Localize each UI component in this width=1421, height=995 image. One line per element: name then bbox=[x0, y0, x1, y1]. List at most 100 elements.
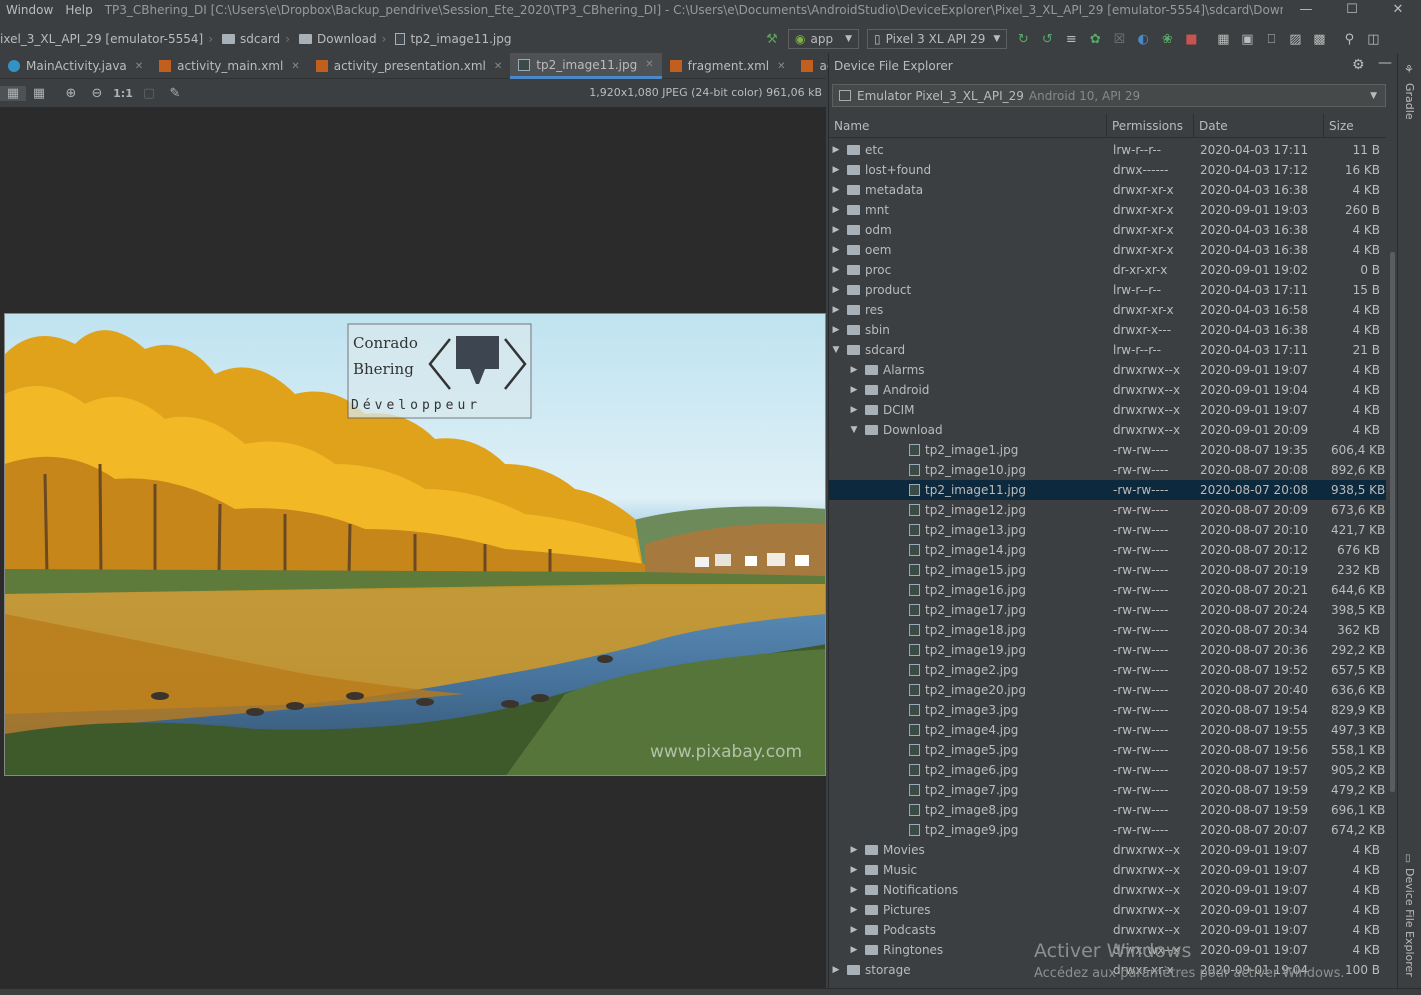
table-row[interactable]: tp2_image20.jpg -rw-rw---- 2020-08-07 20:4… bbox=[829, 680, 1386, 700]
table-row[interactable]: ▶ Pictures drwxrwx--x 2020-09-01 19:07 4 KB bbox=[829, 900, 1386, 920]
tab-activity-presentation[interactable]: activity_presentation.xml ✕ bbox=[308, 53, 511, 79]
table-row[interactable]: ▶ oem drwxr-xr-x 2020-04-03 16:38 4 KB bbox=[829, 240, 1386, 260]
color-picker-icon[interactable]: ✎ bbox=[162, 86, 188, 101]
table-row[interactable]: ▶ sbin drwxr-x--- 2020-04-03 16:38 4 KB bbox=[829, 320, 1386, 340]
expand-arrow-icon[interactable]: ▶ bbox=[829, 165, 843, 175]
expand-arrow-icon[interactable]: ▶ bbox=[829, 205, 843, 215]
table-row[interactable]: tp2_image13.jpg -rw-rw---- 2020-08-07 20:1… bbox=[829, 520, 1386, 540]
table-row[interactable]: ▶ lost+found drwx------ 2020-04-03 17:12 16 … bbox=[829, 160, 1386, 180]
table-row[interactable]: tp2_image11.jpg -rw-rw---- 2020-08-07 20:0… bbox=[829, 480, 1386, 500]
table-row[interactable]: ▶ DCIM drwxrwx--x 2020-09-01 19:07 4 KB bbox=[829, 400, 1386, 420]
expand-arrow-icon[interactable]: ▶ bbox=[829, 185, 843, 195]
table-row[interactable]: tp2_image10.jpg -rw-rw---- 2020-08-07 20:0… bbox=[829, 460, 1386, 480]
tab-mainactivity[interactable]: MainActivity.java ✕ bbox=[0, 53, 151, 79]
build-hammer-icon[interactable]: ⚒ bbox=[760, 28, 784, 50]
apply-code-changes-icon[interactable]: ≡ bbox=[1059, 28, 1083, 50]
table-row[interactable]: tp2_image15.jpg -rw-rw---- 2020-08-07 20:1… bbox=[829, 560, 1386, 580]
expand-arrow-icon[interactable]: ▶ bbox=[847, 385, 861, 395]
breadcrumb-file[interactable]: tp2_image11.jpg bbox=[395, 32, 515, 46]
collapse-arrow-icon[interactable]: ▼ bbox=[829, 345, 843, 355]
breadcrumb-sdcard[interactable]: sdcard › bbox=[222, 32, 299, 46]
tab-activity-main[interactable]: activity_main.xml ✕ bbox=[151, 53, 308, 79]
menu-window[interactable]: Window bbox=[0, 3, 59, 17]
breadcrumb-device[interactable]: ixel_3_XL_API_29 [emulator-5554] › bbox=[0, 32, 222, 46]
zoom-out-icon[interactable]: ⊖ bbox=[84, 86, 110, 101]
table-row[interactable]: tp2_image8.jpg -rw-rw---- 2020-08-07 19:59… bbox=[829, 800, 1386, 820]
gradle-tool-button[interactable]: Gradle bbox=[1403, 83, 1416, 120]
gear-icon[interactable]: ⚙ bbox=[1352, 57, 1365, 73]
table-row[interactable]: ▶ Android drwxrwx--x 2020-09-01 19:04 4 KB bbox=[829, 380, 1386, 400]
project-structure-icon[interactable]: ▩ bbox=[1307, 28, 1331, 50]
expand-arrow-icon[interactable]: ▶ bbox=[847, 945, 861, 955]
table-row[interactable]: ▶ proc dr-xr-xr-x 2020-09-01 19:02 0 B bbox=[829, 260, 1386, 280]
close-tab-icon[interactable]: ✕ bbox=[494, 61, 502, 72]
menu-help[interactable]: Help bbox=[59, 3, 98, 17]
expand-arrow-icon[interactable]: ▶ bbox=[847, 865, 861, 875]
table-row[interactable]: ▶ Movies drwxrwx--x 2020-09-01 19:07 4 KB bbox=[829, 840, 1386, 860]
maximize-icon[interactable]: ☐ bbox=[1329, 2, 1375, 17]
expand-arrow-icon[interactable]: ▶ bbox=[847, 845, 861, 855]
expand-arrow-icon[interactable]: ▶ bbox=[829, 245, 843, 255]
table-row[interactable]: ▶ metadata drwxr-xr-x 2020-04-03 16:38 4 KB bbox=[829, 180, 1386, 200]
table-row[interactable]: ▶ Notifications drwxrwx--x 2020-09-01 19:07… bbox=[829, 880, 1386, 900]
expand-arrow-icon[interactable]: ▶ bbox=[829, 965, 843, 975]
column-size[interactable]: Size bbox=[1324, 114, 1386, 138]
expand-arrow-icon[interactable]: ▶ bbox=[829, 305, 843, 315]
column-date[interactable]: Date bbox=[1194, 114, 1324, 138]
expand-arrow-icon[interactable]: ▶ bbox=[829, 265, 843, 275]
device-file-explorer-tool-button[interactable]: Device File Explorer bbox=[1403, 868, 1416, 977]
close-tab-icon[interactable]: ✕ bbox=[135, 61, 143, 72]
expand-arrow-icon[interactable]: ▶ bbox=[847, 885, 861, 895]
expand-arrow-icon[interactable]: ▶ bbox=[829, 145, 843, 155]
actual-size-icon[interactable]: 1:1 bbox=[110, 87, 136, 100]
expand-arrow-icon[interactable]: ▶ bbox=[847, 365, 861, 375]
table-row[interactable]: ▶ etc lrw-r--r-- 2020-04-03 17:11 11 B bbox=[829, 140, 1386, 160]
zoom-in-icon[interactable]: ⊕ bbox=[58, 86, 84, 101]
table-row[interactable]: ▼ Download drwxrwx--x 2020-09-01 20:09 4 KB bbox=[829, 420, 1386, 440]
background-chessboard-icon[interactable]: ▢ bbox=[136, 86, 162, 101]
table-row[interactable]: ▶ Podcasts drwxrwx--x 2020-09-01 19:07 4 KB bbox=[829, 920, 1386, 940]
expand-arrow-icon[interactable]: ▶ bbox=[847, 905, 861, 915]
table-row[interactable]: ▶ res drwxr-xr-x 2020-04-03 16:58 4 KB bbox=[829, 300, 1386, 320]
table-row[interactable]: tp2_image17.jpg -rw-rw---- 2020-08-07 20:2… bbox=[829, 600, 1386, 620]
table-row[interactable]: tp2_image2.jpg -rw-rw---- 2020-08-07 19:52… bbox=[829, 660, 1386, 680]
table-row[interactable]: ▶ product lrw-r--r-- 2020-04-03 17:11 15 B bbox=[829, 280, 1386, 300]
coverage-icon[interactable]: ❀ bbox=[1155, 28, 1179, 50]
expand-arrow-icon[interactable]: ▶ bbox=[829, 285, 843, 295]
table-row[interactable]: ▶ odm drwxr-xr-x 2020-04-03 16:38 4 KB bbox=[829, 220, 1386, 240]
layout-inspector-icon[interactable]: ▣ bbox=[1235, 28, 1259, 50]
collapse-arrow-icon[interactable]: ▼ bbox=[847, 425, 861, 435]
attach-debugger-icon[interactable]: ☒ bbox=[1107, 28, 1131, 50]
expand-arrow-icon[interactable]: ▶ bbox=[847, 925, 861, 935]
breadcrumb-download[interactable]: Download › bbox=[299, 32, 395, 46]
ide-window-icon[interactable]: ◫ bbox=[1361, 28, 1385, 50]
device-selector[interactable]: Emulator Pixel_3_XL_API_29 Android 10, A… bbox=[832, 84, 1386, 107]
panel-scrollbar[interactable] bbox=[1390, 252, 1395, 792]
fit-zoom-icon[interactable]: ▦ bbox=[0, 85, 26, 101]
close-tab-icon[interactable]: ✕ bbox=[777, 61, 785, 72]
avd-manager-icon[interactable]: ⎕ bbox=[1259, 28, 1283, 50]
table-row[interactable]: tp2_image19.jpg -rw-rw---- 2020-08-07 20:3… bbox=[829, 640, 1386, 660]
column-name[interactable]: Name bbox=[829, 114, 1107, 138]
stop-icon[interactable]: ■ bbox=[1179, 28, 1203, 50]
close-tab-icon[interactable]: ✕ bbox=[291, 61, 299, 72]
table-row[interactable]: tp2_image1.jpg -rw-rw---- 2020-08-07 19:35… bbox=[829, 440, 1386, 460]
profiler-icon[interactable]: ◐ bbox=[1131, 28, 1155, 50]
tab-tp2-image11[interactable]: tp2_image11.jpg ✕ bbox=[510, 53, 662, 79]
table-row[interactable]: ▶ Music drwxrwx--x 2020-09-01 19:07 4 KB bbox=[829, 860, 1386, 880]
close-icon[interactable]: ✕ bbox=[1375, 2, 1421, 17]
expand-arrow-icon[interactable]: ▶ bbox=[829, 225, 843, 235]
sdk-manager-icon[interactable]: ▨ bbox=[1283, 28, 1307, 50]
table-row[interactable]: tp2_image4.jpg -rw-rw---- 2020-08-07 19:55… bbox=[829, 720, 1386, 740]
table-row[interactable]: tp2_image16.jpg -rw-rw---- 2020-08-07 20:2… bbox=[829, 580, 1386, 600]
tab-fragment[interactable]: fragment.xml ✕ bbox=[662, 53, 794, 79]
debug-bug-icon[interactable]: ✿ bbox=[1083, 28, 1107, 50]
table-row[interactable]: tp2_image14.jpg -rw-rw---- 2020-08-07 20:1… bbox=[829, 540, 1386, 560]
expand-arrow-icon[interactable]: ▶ bbox=[847, 405, 861, 415]
grid-icon[interactable]: ▦ bbox=[26, 86, 52, 101]
hide-panel-icon[interactable]: — bbox=[1378, 55, 1392, 71]
search-icon[interactable]: ⚲ bbox=[1337, 28, 1361, 50]
table-row[interactable]: ▶ mnt drwxr-xr-x 2020-09-01 19:03 260 B bbox=[829, 200, 1386, 220]
table-row[interactable]: tp2_image7.jpg -rw-rw---- 2020-08-07 19:59… bbox=[829, 780, 1386, 800]
table-row[interactable]: tp2_image18.jpg -rw-rw---- 2020-08-07 20:3… bbox=[829, 620, 1386, 640]
